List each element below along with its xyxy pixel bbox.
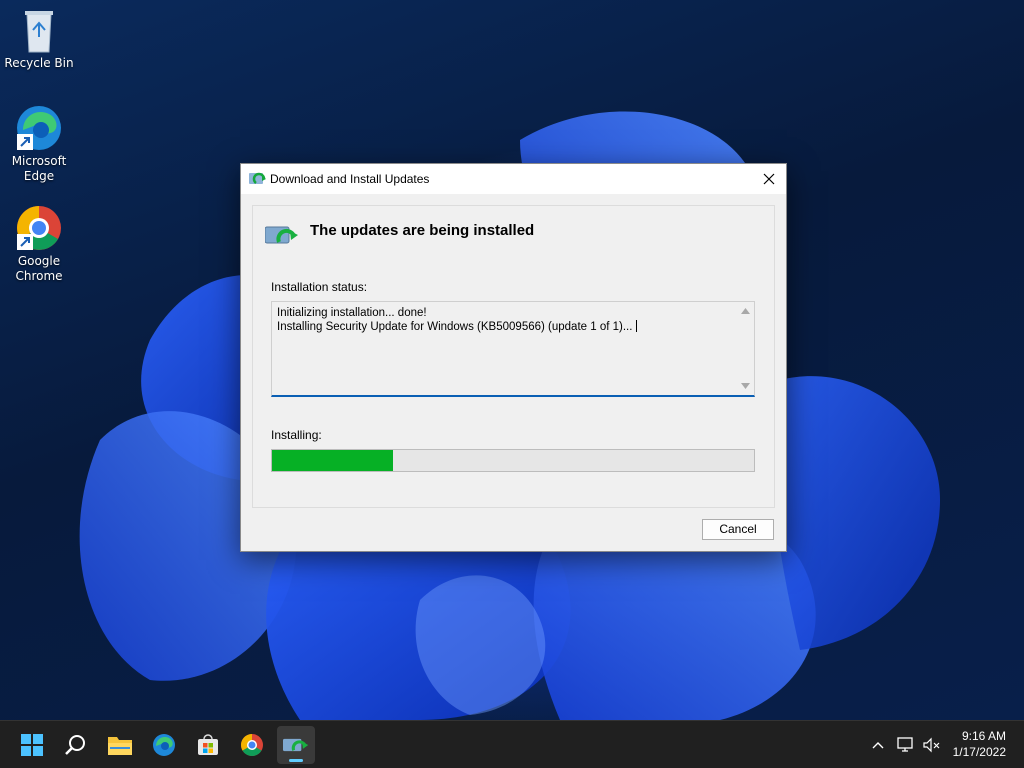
update-dialog: Download and Install Updates The updates… bbox=[240, 163, 787, 552]
taskbar-store[interactable] bbox=[189, 726, 227, 764]
taskbar-file-explorer[interactable] bbox=[101, 726, 139, 764]
recycle-bin-icon bbox=[25, 11, 53, 53]
volume-muted-icon bbox=[923, 737, 940, 753]
dialog-heading: The updates are being installed bbox=[310, 222, 535, 239]
network-icon bbox=[897, 737, 913, 752]
close-button[interactable] bbox=[752, 164, 786, 194]
scroll-down-arrow-icon bbox=[740, 383, 750, 389]
scroll-down-button[interactable] bbox=[740, 381, 750, 391]
progress-label: Installing: bbox=[271, 428, 322, 442]
desktop-icon-label: Recycle Bin bbox=[4, 56, 74, 70]
edge-icon bbox=[17, 106, 61, 150]
file-explorer-icon bbox=[108, 737, 132, 755]
tray-network[interactable] bbox=[896, 735, 916, 755]
dialog-title: Download and Install Updates bbox=[270, 172, 430, 186]
active-app-indicator bbox=[289, 759, 303, 762]
edge-icon bbox=[153, 734, 175, 756]
install-progress-bar bbox=[271, 449, 755, 472]
taskbar-clock[interactable]: 9:16 AM 1/17/2022 bbox=[953, 728, 1006, 760]
status-line: Initializing installation... done! bbox=[277, 307, 427, 319]
status-log: Initializing installation... done! Insta… bbox=[277, 307, 732, 334]
tray-volume[interactable] bbox=[922, 735, 942, 755]
desktop-icon-label: Google Chrome bbox=[15, 254, 63, 283]
desktop-icon-microsoft-edge[interactable]: Microsoft Edge bbox=[4, 104, 74, 184]
taskbar-chrome[interactable] bbox=[233, 726, 271, 764]
taskbar-search-button[interactable] bbox=[57, 726, 95, 764]
taskbar: 9:16 AM 1/17/2022 bbox=[0, 720, 1024, 768]
desktop-icon-google-chrome[interactable]: Google Chrome bbox=[4, 204, 74, 284]
dialog-titlebar[interactable]: Download and Install Updates bbox=[241, 164, 786, 194]
installation-status-textbox[interactable]: Initializing installation... done! Insta… bbox=[271, 301, 755, 397]
update-install-icon bbox=[265, 226, 298, 244]
desktop-icon-recycle-bin[interactable]: Recycle Bin bbox=[4, 8, 74, 71]
clock-date: 1/17/2022 bbox=[952, 745, 1006, 759]
dialog-content-panel: The updates are being installed Installa… bbox=[252, 205, 775, 508]
close-icon bbox=[763, 173, 775, 185]
text-caret bbox=[636, 320, 638, 332]
windows-update-icon bbox=[249, 172, 266, 184]
windows-update-icon bbox=[283, 738, 309, 752]
cancel-button[interactable]: Cancel bbox=[702, 519, 774, 540]
store-icon bbox=[198, 734, 218, 755]
desktop-icon-label: Microsoft Edge bbox=[11, 154, 67, 183]
install-progress-fill bbox=[272, 450, 393, 471]
taskbar-windows-update[interactable] bbox=[277, 726, 315, 764]
windows-start-icon bbox=[21, 734, 43, 756]
taskbar-start-button[interactable] bbox=[13, 726, 51, 764]
clock-time: 9:16 AM bbox=[961, 729, 1006, 743]
search-icon bbox=[65, 735, 85, 755]
chrome-icon bbox=[241, 734, 263, 756]
chrome-icon bbox=[17, 206, 61, 250]
taskbar-edge[interactable] bbox=[145, 726, 183, 764]
status-line: Installing Security Update for Windows (… bbox=[277, 321, 633, 333]
tray-show-hidden-icons[interactable] bbox=[868, 735, 888, 755]
installation-status-label: Installation status: bbox=[271, 280, 368, 294]
scroll-up-button[interactable] bbox=[740, 306, 750, 316]
scroll-up-arrow-icon bbox=[740, 308, 750, 314]
chevron-up-icon bbox=[872, 742, 884, 749]
